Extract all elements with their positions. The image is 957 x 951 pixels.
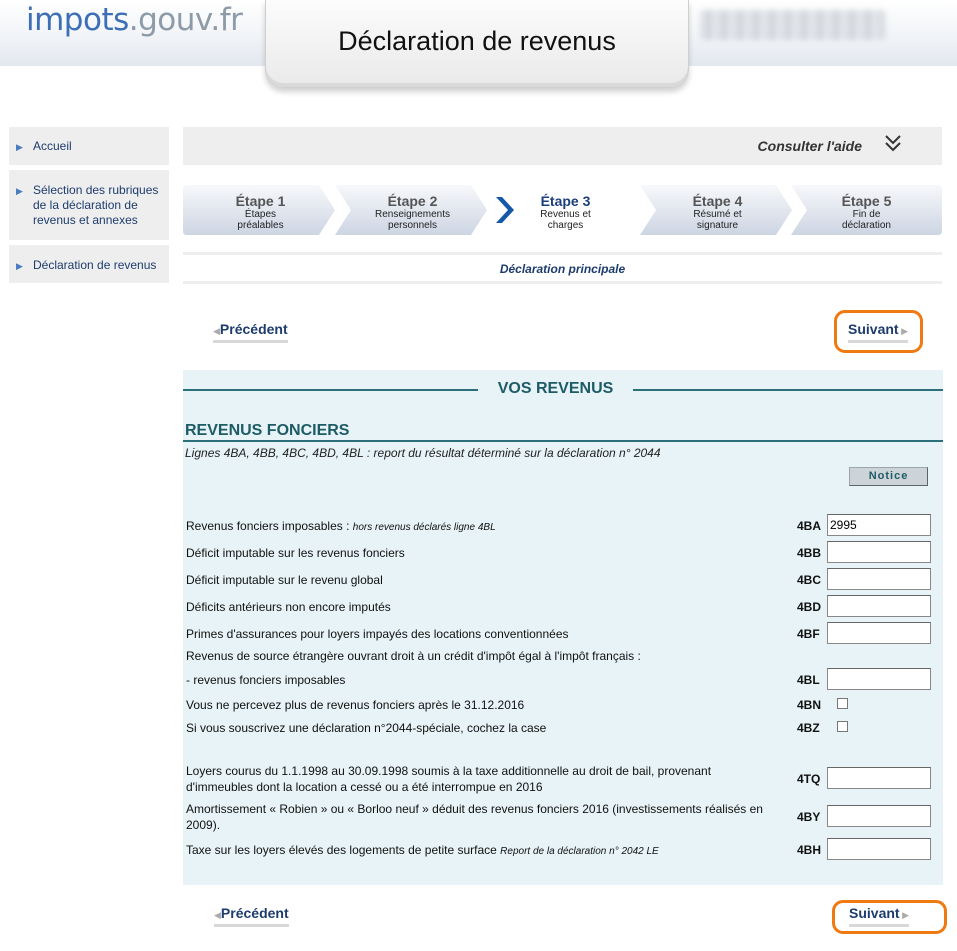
next-button-top[interactable]: Suivant ▶ <box>848 321 908 343</box>
step-name: Étape 1 <box>235 193 286 209</box>
step-description: Revenus et charges <box>540 209 591 231</box>
sidebar-item-label: Sélection des rubriques de la déclaratio… <box>33 183 159 227</box>
notice-button[interactable]: Notice <box>849 467 928 486</box>
checkbox-4bz[interactable] <box>837 721 848 732</box>
row-label-4bl: - revenus fonciers imposables <box>186 673 346 687</box>
next-label: Suivant <box>849 905 900 921</box>
subsection-title: REVENUS FONCIERS <box>185 422 350 439</box>
row-code: 4BZ <box>797 721 820 735</box>
input-4bd[interactable] <box>827 595 931 617</box>
step-description: Résumé et signature <box>693 209 742 231</box>
row-label-4bh: Taxe sur les loyers élevés des logements… <box>186 842 659 860</box>
input-4bl[interactable] <box>827 668 931 690</box>
row-label-note: hors revenus déclarés ligne 4BL <box>352 522 496 533</box>
triangle-left-icon: ◀ <box>214 910 221 920</box>
step-progress: Étape 1 Étapes préalables Étape 2 Rensei… <box>183 185 942 235</box>
sidebar-arrow-icon: ▶ <box>16 261 23 271</box>
declaration-type-bar: Déclaration principale <box>183 252 942 284</box>
logo-text-impots: impots <box>26 2 129 38</box>
step-4: Étape 4 Résumé et signature <box>640 185 795 235</box>
row-code: 4BB <box>797 546 822 560</box>
row-code: 4BC <box>797 573 822 587</box>
input-4tq[interactable] <box>827 767 931 789</box>
page-title: Déclaration de revenus <box>338 26 616 56</box>
input-4bh[interactable] <box>827 838 931 860</box>
input-4ba[interactable] <box>827 514 931 536</box>
row-label-4bd: Déficits antérieurs non encore imputés <box>186 600 391 614</box>
input-4by[interactable] <box>827 805 931 827</box>
revenus-section: VOS REVENUS REVENUS FONCIERS Lignes 4BA,… <box>183 370 943 885</box>
row-label-text: Taxe sur les loyers élevés des logements… <box>186 843 497 857</box>
sidebar-item-label: Déclaration de revenus <box>33 258 157 272</box>
row-code: 4BD <box>797 600 822 614</box>
double-chevron-down-icon[interactable] <box>882 133 904 155</box>
declaration-type-label: Déclaration principale <box>499 262 626 276</box>
subsection-description: Lignes 4BA, 4BB, 4BC, 4BD, 4BL : report … <box>185 446 661 460</box>
sidebar-arrow-icon: ▶ <box>16 186 23 196</box>
input-4bf[interactable] <box>827 622 931 644</box>
row-label-4tq: Loyers courus du 1.1.1998 au 30.09.1998 … <box>186 764 712 794</box>
site-logo[interactable]: impots.gouv.fr <box>26 2 243 38</box>
step-name: Étape 5 <box>841 193 892 209</box>
logo-text-domain: .gouv.fr <box>128 2 243 38</box>
step-2: Étape 2 Renseignements personnels <box>335 185 490 235</box>
row-code: 4BN <box>797 698 822 712</box>
subsection-divider <box>183 440 943 442</box>
sidebar-item-accueil[interactable]: ▶ Accueil <box>9 127 169 167</box>
row-label-4bc: Déficit imputable sur le revenu global <box>186 573 383 587</box>
previous-button-top[interactable]: ◀Précédent <box>213 321 288 343</box>
page-title-tab: Déclaration de revenus <box>265 0 689 88</box>
step-1: Étape 1 Étapes préalables <box>183 185 338 235</box>
sidebar-item-label: Accueil <box>33 139 72 153</box>
step-description: Renseignements personnels <box>374 209 451 231</box>
row-label-4by: Amortissement « Robien » ou « Borloo neu… <box>186 802 763 832</box>
checkbox-4bn[interactable] <box>837 698 848 709</box>
section-title: VOS REVENUS <box>478 380 633 398</box>
previous-label: Précédent <box>220 905 289 921</box>
step-description: Étapes préalables <box>237 209 284 231</box>
row-heading-foreign-income: Revenus de source étrangère ouvrant droi… <box>186 649 641 663</box>
row-label-text: Revenus fonciers imposables : <box>186 519 350 533</box>
blurred-user-info <box>700 10 885 40</box>
help-bar: Consulter l'aide <box>183 127 942 165</box>
sidebar-item-selection-rubriques[interactable]: ▶ Sélection des rubriques de la déclarat… <box>9 170 169 242</box>
previous-button-bottom[interactable]: ◀Précédent <box>214 905 289 927</box>
row-label-4bf: Primes d'assurances pour loyers impayés … <box>186 627 569 641</box>
help-link[interactable]: Consulter l'aide <box>758 138 862 154</box>
step-3: Étape 3 Revenus et charges <box>488 185 643 235</box>
row-code: 4BY <box>797 810 821 824</box>
triangle-right-icon: ▶ <box>899 910 909 920</box>
next-label: Suivant <box>848 321 899 337</box>
step-name: Étape 2 <box>387 193 438 209</box>
row-code: 4TQ <box>797 772 821 786</box>
row-label-4bn: Vous ne percevez plus de revenus foncier… <box>186 698 525 712</box>
step-5: Étape 5 Fin de déclaration <box>791 185 942 235</box>
row-code: 4BF <box>797 627 820 641</box>
row-code: 4BA <box>797 519 822 533</box>
sidebar-arrow-icon: ▶ <box>16 142 23 152</box>
row-code: 4BL <box>797 673 820 687</box>
input-4bb[interactable] <box>827 541 931 563</box>
triangle-left-icon: ◀ <box>213 326 220 336</box>
step-name: Étape 3 <box>540 193 591 209</box>
row-label-note: Report de la déclaration n° 2042 LE <box>500 846 659 857</box>
previous-label: Précédent <box>219 321 288 337</box>
input-4bc[interactable] <box>827 568 931 590</box>
step-description: Fin de déclaration <box>842 209 891 231</box>
next-button-bottom[interactable]: Suivant ▶ <box>849 905 909 927</box>
sidebar-item-declaration[interactable]: ▶ Déclaration de revenus <box>9 245 169 285</box>
row-label-4bz: Si vous souscrivez une déclaration n°204… <box>186 721 547 735</box>
row-code: 4BH <box>797 843 822 857</box>
row-label-4ba: Revenus fonciers imposables : hors reven… <box>186 518 496 536</box>
step-name: Étape 4 <box>692 193 743 209</box>
triangle-right-icon: ▶ <box>898 326 908 336</box>
row-label-4bb: Déficit imputable sur les revenus foncie… <box>186 546 405 560</box>
